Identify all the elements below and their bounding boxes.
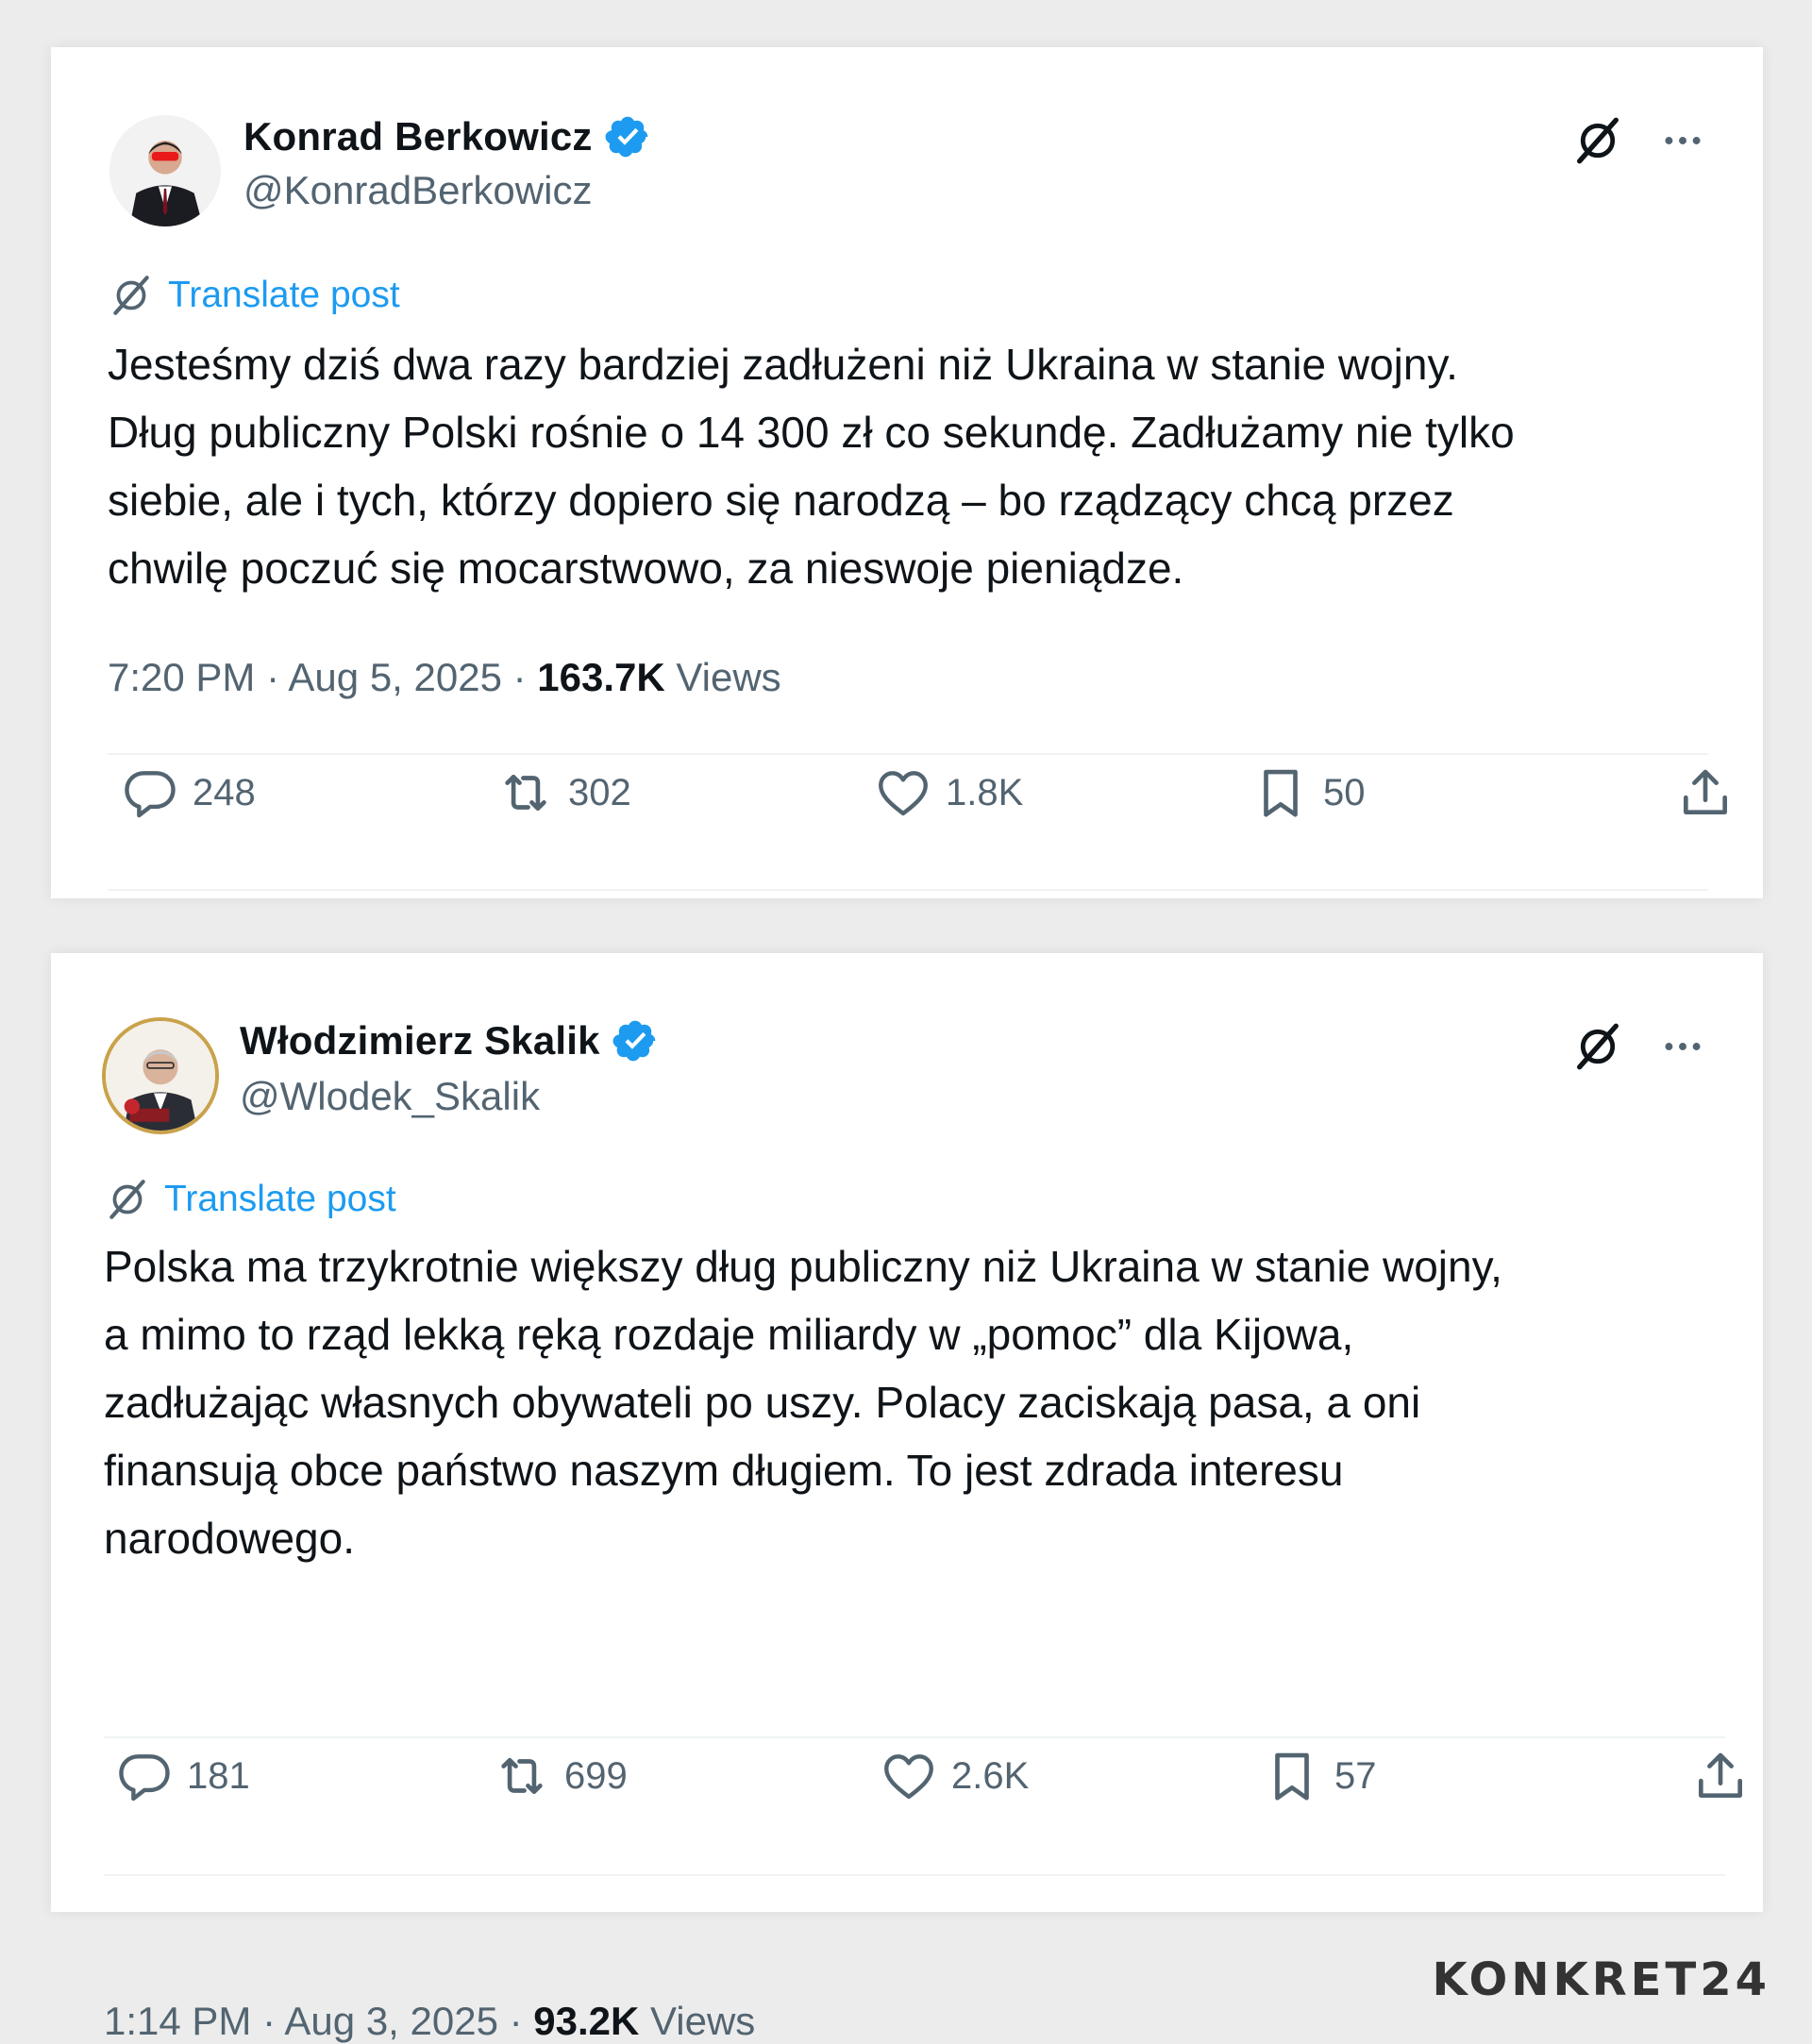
repost-button[interactable]: 302 (496, 763, 631, 822)
like-icon (874, 763, 932, 822)
views-count: 93.2K (533, 1999, 640, 2043)
share-icon (1676, 763, 1735, 822)
post-meta: 1:14 PM · Aug 3, 2025 · 93.2K Views (104, 1999, 755, 2044)
bookmark-icon (1263, 1747, 1321, 1805)
top-actions (1570, 113, 1706, 168)
share-icon (1691, 1747, 1750, 1805)
share-button[interactable] (1676, 763, 1735, 822)
views-label: Views (639, 1999, 756, 2043)
watermark-logo: KONKRET24 (1432, 1953, 1770, 2006)
author-handle[interactable]: @KonradBerkowicz (243, 168, 592, 213)
verified-badge-icon (604, 113, 651, 160)
avatar[interactable] (102, 1017, 219, 1134)
translate-icon (104, 1176, 151, 1223)
like-icon (880, 1747, 938, 1805)
top-actions (1570, 1019, 1706, 1074)
translate-post-link[interactable]: Translate post (108, 272, 400, 319)
post-text: Jesteśmy dziś dwa razy bardziej zadłużen… (108, 340, 1515, 593)
reply-icon (121, 763, 179, 822)
repost-button[interactable]: 699 (493, 1747, 628, 1805)
repost-count: 302 (568, 771, 631, 813)
reply-count: 248 (193, 771, 256, 813)
like-count: 2.6K (951, 1754, 1030, 1797)
bookmark-button[interactable]: 57 (1263, 1747, 1377, 1805)
bookmark-count: 57 (1334, 1754, 1377, 1797)
like-button[interactable]: 2.6K (880, 1747, 1029, 1805)
translate-icon (108, 272, 155, 319)
author-name[interactable]: Włodzimierz Skalik (240, 1018, 600, 1064)
share-button[interactable] (1691, 1747, 1750, 1805)
reply-icon (115, 1747, 174, 1805)
divider (104, 1874, 1725, 1876)
post-meta: 7:20 PM · Aug 5, 2025 · 163.7K Views (108, 655, 781, 700)
bookmark-icon (1251, 763, 1310, 822)
views-label: Views (664, 655, 781, 699)
author-name[interactable]: Konrad Berkowicz (243, 114, 593, 159)
verified-badge-icon (612, 1017, 659, 1064)
like-button[interactable]: 1.8K (874, 763, 1023, 822)
post-text: Polska ma trzykrotnie większy dług publi… (104, 1242, 1502, 1563)
translate-label: Translate post (164, 1179, 396, 1219)
tweet-card: Konrad Berkowicz @KonradBerkowicz Transl… (51, 47, 1763, 898)
translate-post-link[interactable]: Translate post (104, 1176, 396, 1223)
more-icon[interactable] (1659, 117, 1706, 164)
repost-count: 699 (564, 1754, 628, 1797)
bookmark-count: 50 (1323, 771, 1366, 813)
author-handle[interactable]: @Wlodek_Skalik (240, 1074, 540, 1119)
like-count: 1.8K (946, 771, 1024, 813)
translate-label: Translate post (168, 275, 400, 315)
author-row: Konrad Berkowicz (243, 113, 651, 160)
more-icon[interactable] (1659, 1023, 1706, 1070)
tweet-card: Włodzimierz Skalik @Wlodek_Skalik Transl… (51, 953, 1763, 2043)
post-timestamp[interactable]: 1:14 PM · Aug 3, 2025 · (104, 1999, 533, 2043)
avatar[interactable] (109, 115, 221, 226)
post-timestamp[interactable]: 7:20 PM · Aug 5, 2025 · (108, 655, 537, 699)
bookmark-button[interactable]: 50 (1251, 763, 1366, 822)
grok-icon[interactable] (1570, 1019, 1625, 1074)
divider (108, 889, 1708, 891)
grok-icon[interactable] (1570, 113, 1625, 168)
divider (108, 753, 1708, 755)
reply-button[interactable]: 181 (115, 1747, 250, 1805)
reply-count: 181 (187, 1754, 250, 1797)
divider (104, 1736, 1725, 1738)
views-count: 163.7K (537, 655, 665, 699)
author-row: Włodzimierz Skalik (240, 1017, 659, 1064)
repost-icon (496, 763, 555, 822)
reply-button[interactable]: 248 (121, 763, 256, 822)
repost-icon (493, 1747, 551, 1805)
